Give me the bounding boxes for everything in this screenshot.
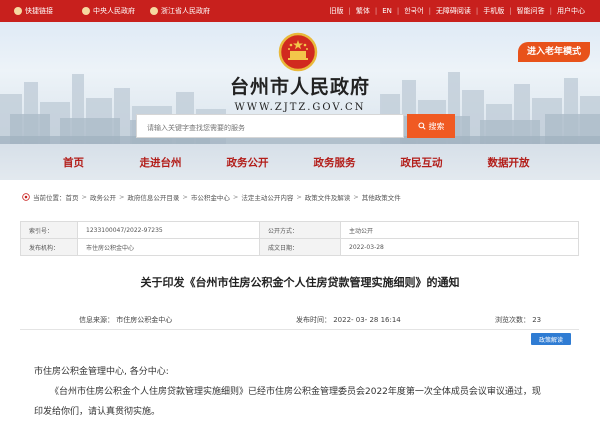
nav-item-public-interaction[interactable]: 政民互动 — [378, 155, 465, 170]
breadcrumb-item[interactable]: 政策文件及解读 — [305, 192, 351, 202]
breadcrumb-item[interactable]: 市公积金中心 — [191, 192, 230, 202]
disclosure-method-label: 公开方式： — [259, 221, 341, 239]
national-emblem-icon — [82, 7, 90, 15]
korean-link[interactable]: 한국어 — [399, 6, 428, 16]
article-paragraph: 印发给你们，请认真贯彻实施。 — [34, 407, 161, 417]
search-icon — [417, 122, 426, 130]
article-paragraph: 《台州市住房公积金个人住房贷款管理实施细则》已经市住房公积金管理委员会2022年… — [50, 387, 541, 397]
nav-item-government-services[interactable]: 政务服务 — [291, 155, 378, 170]
nav-item-government-affairs-disclosure[interactable]: 政务公开 — [204, 155, 291, 170]
site-title: 台州市人民政府 — [229, 76, 370, 98]
breadcrumb: 当前位置： 首页 > 政务公开 > 政府信息公开目录 > 市公积金中心 > 法定主动公开… — [22, 192, 401, 202]
article-title: 关于印发《台州市住房公积金个人住房贷款管理实施细则》的通知 — [140, 276, 460, 289]
national-emblem-icon — [278, 32, 318, 72]
table-row: 索引号： 1233100047/2022-97235 公开方式： 主动公开 — [20, 221, 579, 239]
smart-qa-link[interactable]: 智能问答 — [512, 6, 550, 16]
breadcrumb-item[interactable]: 政府信息公开目录 — [127, 192, 179, 202]
breadcrumb-item[interactable]: 法定主动公开内容 — [241, 192, 293, 202]
nav-item-about-taizhou[interactable]: 走进台州 — [117, 155, 204, 170]
document-info-table: 索引号： 1233100047/2022-97235 公开方式： 主动公开 发布… — [20, 221, 579, 256]
site-domain: WWW.ZJTZ.GOV.CN — [234, 102, 366, 113]
article-publish-time: 发布时间： 2022- 03- 28 16:14 — [296, 316, 401, 324]
breadcrumb-prefix: 当前位置： — [33, 194, 66, 202]
disclosure-method-value: 主动公开 — [340, 221, 579, 239]
breadcrumb-item[interactable]: 首页 — [66, 192, 79, 202]
quick-links-label: 快捷链接 — [25, 7, 53, 15]
english-link[interactable]: EN — [377, 7, 397, 15]
article-view-count: 浏览次数： 23 — [495, 316, 542, 324]
search-box — [136, 114, 404, 139]
utility-links: 旧版 | 繁体 | EN | 한국어 | 无障碍阅读 | 手机版 | 智能问答 | 用户中心 — [324, 0, 590, 22]
accessibility-link[interactable]: 无障碍阅读 — [431, 6, 476, 16]
issuer-value: 市住房公积金中心 — [77, 238, 260, 256]
old-version-link[interactable]: 旧版 — [324, 6, 348, 16]
breadcrumb-item[interactable]: 其他政策文件 — [362, 192, 401, 202]
link-central-government[interactable]: 中央人民政府 — [82, 0, 135, 22]
quick-links[interactable]: 快捷链接 — [14, 0, 53, 22]
mobile-version-link[interactable]: 手机版 — [478, 6, 509, 16]
link-central-label: 中央人民政府 — [93, 7, 135, 15]
search-button[interactable]: 搜索 — [407, 114, 455, 138]
top-utility-bar: 快捷链接 中央人民政府 浙江省人民政府 旧版 | 繁体 | EN | 한국어 | 无障碍… — [0, 0, 600, 22]
nav-item-open-data[interactable]: 数据开放 — [465, 155, 552, 170]
written-date-value: 2022-03-28 — [340, 238, 579, 256]
header-banner: 台州市人民政府 WWW.ZJTZ.GOV.CN 进入老年模式 搜索 — [0, 22, 600, 144]
nav-item-home[interactable]: 首页 — [30, 155, 117, 170]
link-provincial-government[interactable]: 浙江省人民政府 — [150, 0, 210, 22]
index-number-label: 索引号： — [20, 221, 78, 239]
written-date-label: 成文日期： — [259, 238, 341, 256]
divider — [20, 329, 579, 330]
breadcrumb-item[interactable]: 政务公开 — [90, 192, 116, 202]
issuer-label: 发布机构： — [20, 238, 78, 256]
article-source: 信息来源： 市住房公积金中心 — [79, 316, 173, 324]
search-input[interactable] — [137, 117, 403, 139]
location-icon — [22, 193, 30, 201]
article-salutation: 市住房公积金管理中心, 各分中心: — [34, 367, 169, 377]
elder-mode-button[interactable]: 进入老年模式 — [517, 42, 590, 62]
policy-interpretation-button[interactable]: 政策解读 — [531, 333, 571, 345]
link-icon — [14, 7, 22, 15]
traditional-chinese-link[interactable]: 繁体 — [351, 6, 375, 16]
index-number-value: 1233100047/2022-97235 — [77, 221, 260, 239]
table-row: 发布机构： 市住房公积金中心 成文日期： 2022-03-28 — [20, 238, 579, 256]
link-province-label: 浙江省人民政府 — [161, 7, 210, 15]
user-center-link[interactable]: 用户中心 — [552, 6, 590, 16]
search-button-label: 搜索 — [428, 121, 445, 131]
main-nav: 首页 走进台州 政务公开 政务服务 政民互动 数据开放 — [0, 144, 600, 180]
provincial-emblem-icon — [150, 7, 158, 15]
